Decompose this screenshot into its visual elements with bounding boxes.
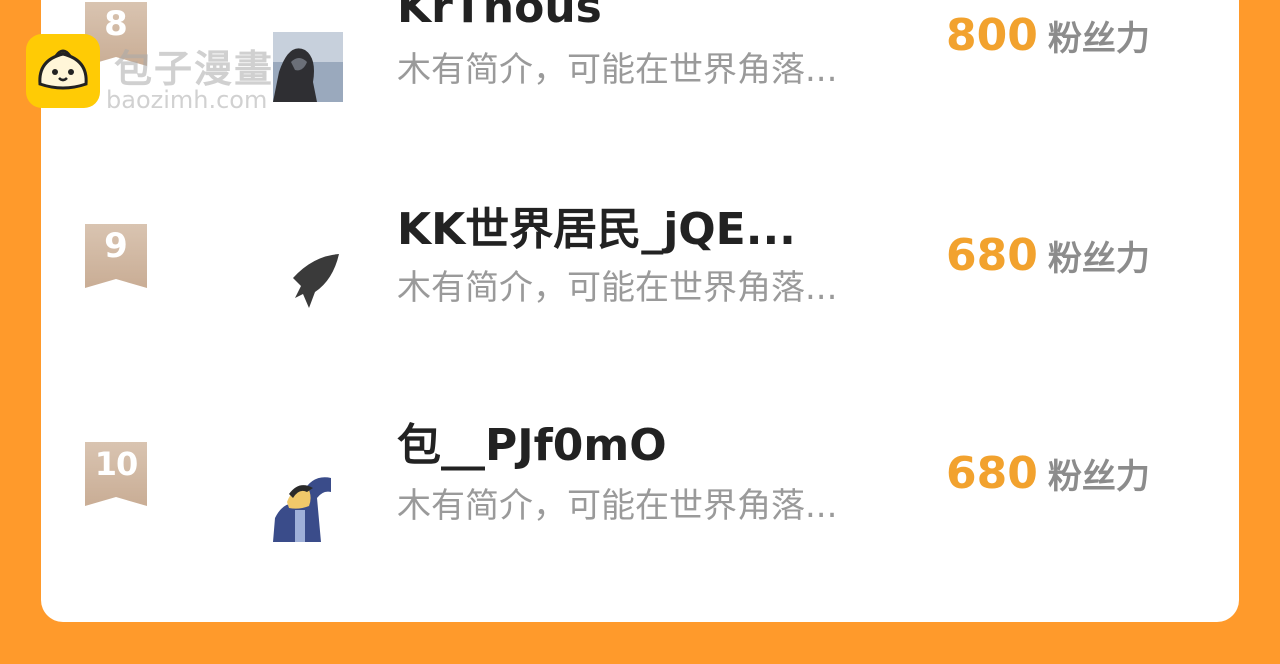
fans-score: 680 粉丝力 <box>946 230 1150 291</box>
list-item[interactable]: 9 KK世界居民_jQE... 木有简介，可能在世界角落... 680 粉丝力 <box>41 198 1239 416</box>
fans-label: 粉丝力 <box>1047 239 1150 279</box>
watermark-url: baozimh.com <box>106 86 268 114</box>
bun-logo-icon <box>26 34 100 108</box>
rank-badge: 10 <box>85 442 147 506</box>
fish-avatar-icon <box>293 254 339 308</box>
fans-label: 粉丝力 <box>1047 457 1150 497</box>
watermark: 包子漫畫 baozimh.com <box>26 34 346 114</box>
avatar[interactable] <box>273 472 343 542</box>
avatar[interactable] <box>273 246 343 316</box>
fans-score: 800 粉丝力 <box>946 10 1150 71</box>
fans-label: 粉丝力 <box>1047 19 1150 59</box>
fans-number: 800 <box>946 10 1038 61</box>
fans-number: 680 <box>946 448 1038 499</box>
character-avatar-icon <box>273 477 331 542</box>
rank-badge: 9 <box>85 224 147 288</box>
fans-score: 680 粉丝力 <box>946 448 1150 509</box>
list-item[interactable]: 10 包__PJf0mO 木有简介，可能在世界角落... 680 粉丝力 <box>41 416 1239 622</box>
user-bio: 木有简介，可能在世界角落... <box>397 486 838 526</box>
user-bio: 木有简介，可能在世界角落... <box>397 268 838 308</box>
user-name[interactable]: 包__PJf0mO <box>397 420 667 472</box>
watermark-title: 包子漫畫 <box>114 47 275 91</box>
user-bio: 木有简介，可能在世界角落... <box>397 50 838 90</box>
user-name[interactable]: KrThous <box>397 0 602 34</box>
fans-number: 680 <box>946 230 1038 281</box>
user-name[interactable]: KK世界居民_jQE... <box>397 204 796 256</box>
